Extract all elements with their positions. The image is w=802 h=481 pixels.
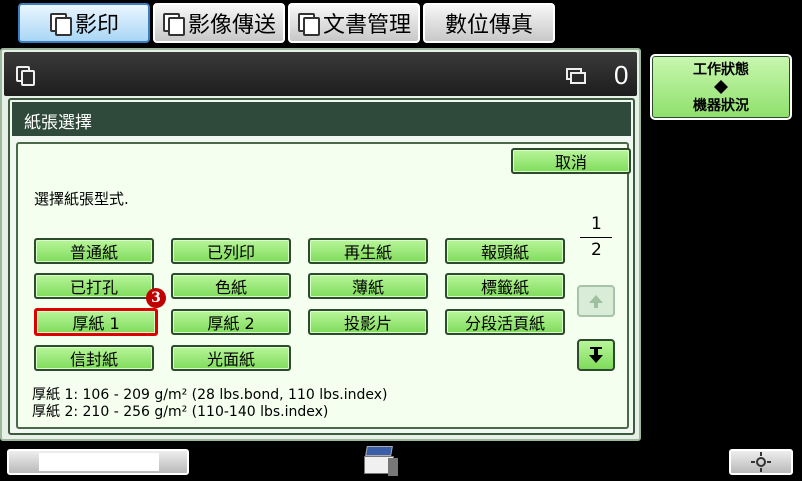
- paper-type-tab-paper[interactable]: 分段活頁紙: [445, 309, 565, 335]
- paper-type-preprinted[interactable]: 已列印: [171, 238, 291, 264]
- page-current: 1: [591, 214, 602, 234]
- paper-type-labels[interactable]: 標籤紙: [445, 273, 565, 299]
- paper-type-envelope[interactable]: 信封紙: [34, 345, 154, 371]
- mode-tab-bar: 影印 影像傳送 文書管理 數位傳真: [0, 0, 802, 46]
- progress-button[interactable]: [7, 449, 189, 475]
- progress-fill: [39, 453, 159, 471]
- paper-type-letterhead[interactable]: 報頭紙: [445, 238, 565, 264]
- paper-select-dialog: 紙張選擇 取消 選擇紙張型式. 普通紙 已列印 再生紙 報頭紙 已打孔 色紙 薄…: [8, 98, 635, 435]
- tab-digital-fax[interactable]: 數位傳真: [423, 3, 555, 43]
- main-panel: 0 紙張選擇 取消 選擇紙張型式. 普通紙 已列印 再生紙 報頭紙 已打孔 色紙…: [0, 48, 641, 441]
- cancel-button[interactable]: 取消: [511, 148, 631, 174]
- arrow-up-icon: [589, 295, 603, 308]
- tab-image-send-label: 影像傳送: [187, 13, 276, 38]
- page-up-button[interactable]: [577, 285, 615, 317]
- paper-type-glossy[interactable]: 光面紙: [171, 345, 291, 371]
- page-down-button[interactable]: [577, 339, 615, 371]
- instruction-text: 選擇紙張型式.: [34, 190, 129, 208]
- tab-copy-label: 影印: [74, 13, 119, 38]
- paper-type-recycled[interactable]: 再生紙: [308, 238, 428, 264]
- job-status-toggle-button[interactable]: 工作狀態 機器狀況: [650, 54, 792, 120]
- arrow-down-icon: [589, 347, 603, 363]
- paper-type-thin[interactable]: 薄紙: [308, 273, 428, 299]
- brightness-icon: [751, 452, 771, 472]
- copy-mode-icon: [16, 66, 35, 86]
- status-bar: 0: [4, 52, 637, 96]
- dialog-title: 紙張選擇: [12, 102, 631, 136]
- paper-type-prepunched[interactable]: 已打孔: [34, 273, 154, 299]
- page-divider: [580, 237, 612, 238]
- paper-type-color[interactable]: 色紙: [171, 273, 291, 299]
- machine-status-label: 機器狀況: [693, 98, 749, 114]
- tab-document-filing-label: 文書管理: [322, 13, 411, 38]
- brightness-button[interactable]: [729, 449, 793, 475]
- machine-icon[interactable]: [362, 444, 400, 478]
- page-total: 2: [591, 240, 602, 260]
- toggle-arrows-icon: [714, 80, 728, 94]
- paper-type-heavy-2[interactable]: 厚紙 2: [171, 309, 291, 335]
- dialog-content: 取消 選擇紙張型式. 普通紙 已列印 再生紙 報頭紙 已打孔 色紙 薄紙 標籤紙…: [16, 142, 631, 429]
- copy-icon: [49, 12, 72, 36]
- copy-count: 0: [614, 60, 629, 90]
- job-status-label: 工作狀態: [693, 62, 749, 78]
- copies-stack-icon: [566, 68, 586, 84]
- step-marker: 3: [146, 288, 166, 308]
- note-heavy-2: 厚紙 2: 210 - 256 g/m² (110-140 lbs.index): [32, 404, 329, 420]
- document-icon: [297, 12, 320, 36]
- tab-copy[interactable]: 影印: [18, 3, 150, 43]
- paper-type-transparency[interactable]: 投影片: [308, 309, 428, 335]
- paper-type-heavy-1[interactable]: 厚紙 1: [34, 308, 158, 336]
- tab-image-send[interactable]: 影像傳送: [153, 3, 285, 43]
- paper-type-plain[interactable]: 普通紙: [34, 238, 154, 264]
- image-send-icon: [162, 12, 185, 36]
- tab-digital-fax-label: 數位傳真: [444, 13, 533, 38]
- tab-document-filing[interactable]: 文書管理: [288, 3, 420, 43]
